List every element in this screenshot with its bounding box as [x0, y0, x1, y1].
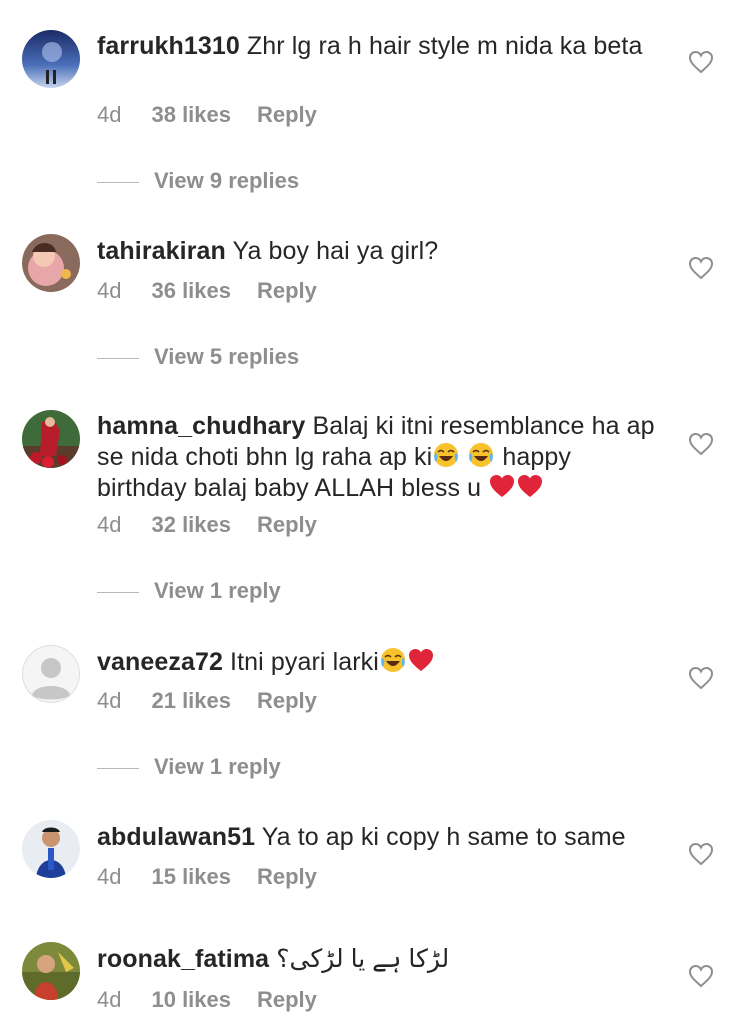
divider-line [97, 181, 139, 183]
comment-likes[interactable]: 38 likes [151, 102, 231, 127]
view-replies-link[interactable]: View 5 replies [97, 344, 299, 370]
comment-username[interactable]: hamna_chudhary [97, 412, 305, 440]
view-replies-link[interactable]: View 9 replies [97, 168, 299, 194]
comment-username[interactable]: farrukh1310 [97, 32, 240, 60]
avatar[interactable] [22, 942, 80, 1000]
comment-time: 4d [97, 278, 122, 303]
face-with-tears-of-joy-emoji [469, 443, 494, 467]
red-heart-emoji [408, 649, 433, 671]
view-replies-link[interactable]: View 1 reply [97, 754, 281, 780]
comment-time: 4d [97, 102, 122, 127]
comment-time: 4d [97, 864, 122, 889]
comment-likes[interactable]: 15 likes [151, 864, 231, 889]
face-with-tears-of-joy-emoji [434, 443, 459, 467]
divider-line [97, 767, 139, 769]
comment-time: 4d [97, 512, 122, 537]
avatar[interactable] [22, 234, 80, 292]
comment-text: Zhr lg ra h hair style m nida ka beta [246, 32, 643, 60]
comment-likes[interactable]: 10 likes [151, 987, 231, 1012]
comment-username[interactable]: abdulawan51 [97, 823, 255, 851]
comment-text: Ya to ap ki copy h same to same [261, 823, 626, 851]
heart-outline-icon[interactable] [688, 432, 714, 456]
comment-time: 4d [97, 688, 122, 713]
divider-line [97, 591, 139, 593]
reply-button[interactable]: Reply [257, 987, 317, 1012]
heart-outline-icon[interactable] [688, 50, 714, 74]
comment-time: 4d [97, 987, 122, 1012]
comment-likes[interactable]: 21 likes [151, 688, 231, 713]
reply-button[interactable]: Reply [257, 512, 317, 537]
heart-outline-icon[interactable] [688, 666, 714, 690]
comment-text: Itni pyari larki [230, 648, 379, 676]
comment-likes[interactable]: 32 likes [151, 512, 231, 537]
divider-line [97, 357, 139, 359]
comment-username[interactable]: tahirakiran [97, 237, 226, 265]
view-replies-link[interactable]: View 1 reply [97, 578, 281, 604]
reply-button[interactable]: Reply [257, 102, 317, 127]
heart-outline-icon[interactable] [688, 256, 714, 280]
avatar[interactable] [22, 30, 80, 88]
avatar[interactable] [22, 820, 80, 878]
comment-username[interactable]: vaneeza72 [97, 648, 223, 676]
heart-outline-icon[interactable] [688, 964, 714, 988]
reply-button[interactable]: Reply [257, 688, 317, 713]
comment-text: Ya boy hai ya girl? [232, 237, 439, 265]
heart-outline-icon[interactable] [688, 842, 714, 866]
avatar-placeholder[interactable] [22, 645, 80, 703]
red-heart-emoji [518, 475, 543, 497]
reply-button[interactable]: Reply [257, 278, 317, 303]
comment-likes[interactable]: 36 likes [151, 278, 231, 303]
comment-username[interactable]: roonak_fatima [97, 945, 269, 973]
reply-button[interactable]: Reply [257, 864, 317, 889]
avatar[interactable] [22, 410, 80, 468]
red-heart-emoji [490, 475, 515, 497]
comment-text: لڑکا ہے یا لڑکی؟ [276, 945, 450, 973]
face-with-tears-of-joy-emoji [380, 648, 405, 672]
